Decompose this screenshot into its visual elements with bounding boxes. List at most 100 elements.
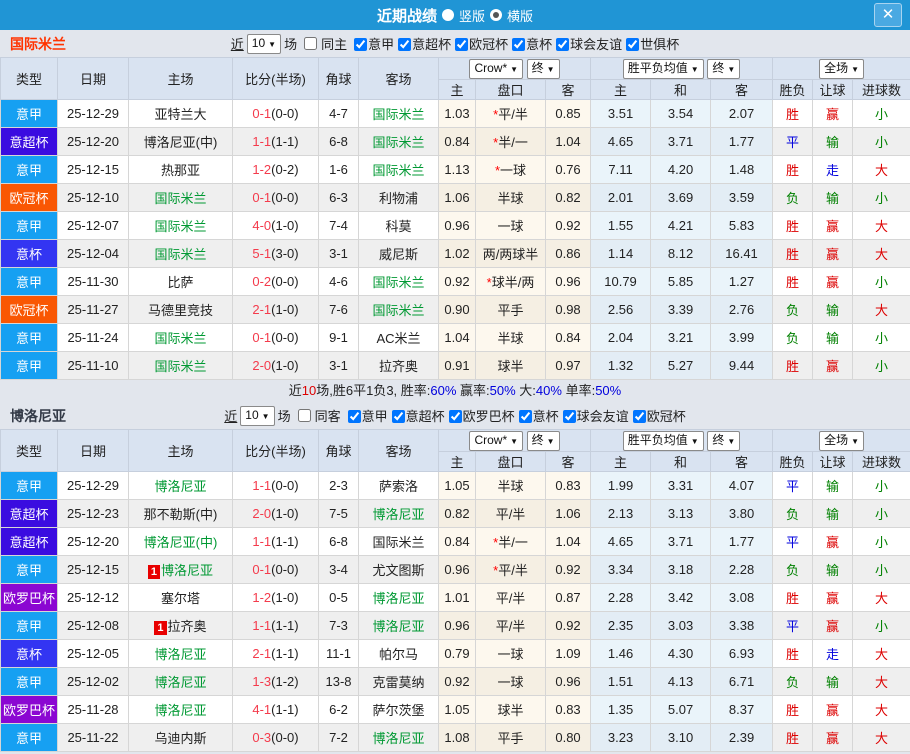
away-cell: 国际米兰 (358, 155, 439, 184)
league-filter[interactable]: 意甲 (350, 34, 394, 53)
table-row: 意甲 25-11-10 国际米兰 2-0(1-0) 3-1 拉齐奥 0.91 球半 0.97 1.… (0, 351, 910, 380)
avg-odds-select[interactable]: 胜平负均值 ▼ (622, 58, 704, 79)
league-checkbox[interactable] (518, 410, 532, 423)
league-label: 欧冠杯 (646, 409, 686, 424)
avg-home-cell: 2.01 (590, 183, 652, 212)
league-filter[interactable]: 世俱杯 (622, 34, 679, 53)
date-cell: 25-12-05 (57, 639, 129, 668)
stats-segment: 50% (595, 383, 622, 398)
league-filter[interactable]: 意甲 (344, 406, 388, 425)
odds-home-cell: 1.02 (438, 239, 476, 268)
corner-cell: 4-7 (318, 99, 359, 128)
same-venue-checkbox[interactable] (297, 409, 311, 422)
league-filter[interactable]: 意超杯 (388, 406, 445, 425)
avg-stage-select[interactable]: 终 ▼ (707, 58, 741, 79)
home-cell: 博洛尼亚 (128, 667, 233, 696)
odds-away-cell: 0.96 (544, 267, 592, 296)
same-venue-checkbox[interactable] (304, 37, 318, 50)
bookmaker-select[interactable]: Crow* ▼ (469, 58, 524, 79)
league-checkbox[interactable] (455, 38, 469, 51)
match-count-select[interactable]: 10 ▼ (240, 405, 275, 426)
vertical-layout-radio[interactable] (441, 9, 454, 21)
stats-segment: 大: (515, 383, 536, 398)
league-filter[interactable]: 欧冠杯 (451, 34, 508, 53)
league-filter[interactable]: 球会友谊 (559, 406, 629, 425)
away-cell: 国际米兰 (358, 295, 439, 324)
result-cell: 胜 (772, 99, 814, 128)
avg-odds-select[interactable]: 胜平负均值 ▼ (622, 430, 704, 451)
league-filter[interactable]: 欧罗巴杯 (445, 406, 515, 425)
home-cell: 那不勒斯(中) (128, 499, 233, 528)
league-filter[interactable]: 意超杯 (394, 34, 451, 53)
avg-home-cell: 1.99 (590, 471, 652, 500)
col-header-corner: 角球 (318, 57, 359, 100)
corner-cell: 3-1 (318, 351, 359, 380)
league-checkbox[interactable] (626, 38, 640, 51)
league-filter[interactable]: 球会友谊 (552, 34, 622, 53)
let-result-cell: 赢 (812, 583, 854, 612)
type-cell: 欧罗巴杯 (0, 695, 58, 724)
fulltime-group-header: 全场 ▼ (772, 429, 910, 452)
league-checkbox[interactable] (632, 410, 646, 423)
league-checkbox[interactable] (354, 38, 368, 51)
odds-away-cell: 0.98 (544, 295, 592, 324)
close-icon[interactable]: ✕ (874, 3, 902, 27)
vertical-layout-label[interactable]: 竖版 (459, 6, 485, 25)
handicap-cell: *平/半 (475, 555, 546, 584)
result-cell: 胜 (772, 211, 814, 240)
let-result-cell: 输 (812, 127, 854, 156)
odds-stage-select[interactable]: 终 ▼ (526, 58, 560, 79)
subheader-result: 胜负 (772, 79, 814, 100)
league-checkbox[interactable] (347, 410, 361, 423)
type-cell: 欧冠杯 (0, 183, 58, 212)
odds-stage-select[interactable]: 终 ▼ (526, 430, 560, 451)
handicap-cell: 一球 (475, 667, 546, 696)
result-cell: 负 (772, 499, 814, 528)
odds-away-cell: 0.96 (544, 667, 592, 696)
fulltime-select[interactable]: 全场 ▼ (819, 58, 864, 79)
score-cell: 0-1(0-0) (232, 99, 319, 128)
away-cell: 帕尔马 (358, 639, 439, 668)
league-filter[interactable]: 意杯 (508, 34, 552, 53)
rank-badge: 1 (154, 621, 167, 635)
date-cell: 25-12-08 (57, 611, 129, 640)
league-checkbox[interactable] (398, 38, 412, 51)
subheader-odds-away: 客 (544, 451, 592, 472)
team-section: 博洛尼亚 近 10 ▼ 场 同客 意甲 意超杯 欧罗巴杯 意杯 球会友谊 欧冠杯 类型 日期 (0, 402, 910, 752)
odds-away-cell: 1.04 (544, 127, 592, 156)
horizontal-layout-radio[interactable] (490, 9, 502, 21)
league-checkbox[interactable] (512, 38, 526, 51)
odds-home-cell: 1.03 (438, 99, 476, 128)
odds-away-cell: 0.86 (544, 239, 592, 268)
type-cell: 意杯 (0, 239, 58, 268)
result-cell: 平 (772, 127, 814, 156)
fulltime-select[interactable]: 全场 ▼ (819, 430, 864, 451)
avg-stage-select[interactable]: 终 ▼ (707, 430, 741, 451)
league-checkbox[interactable] (448, 410, 462, 423)
avg-away-cell: 4.07 (710, 471, 774, 500)
date-cell: 25-12-04 (57, 239, 129, 268)
odds-away-cell: 0.97 (544, 351, 592, 380)
avg-away-cell: 2.39 (710, 723, 774, 752)
home-cell: 国际米兰 (128, 351, 233, 380)
table-row: 意甲 25-12-08 1 拉齐奥 1-1(1-1) 7-3 博洛尼亚 0.96 平/半 0.92… (0, 611, 910, 640)
table-row: 意甲 25-11-24 国际米兰 0-1(0-0) 9-1 AC米兰 1.04 半球 0.84 2… (0, 323, 910, 352)
odds-home-cell: 1.08 (438, 723, 476, 752)
horizontal-layout-label[interactable]: 横版 (507, 6, 533, 25)
handicap-cell: *平/半 (475, 99, 546, 128)
odds-away-cell: 0.76 (544, 155, 592, 184)
score-cell: 2-0(1-0) (232, 351, 319, 380)
type-cell: 意甲 (0, 351, 58, 380)
handicap-cell: 平手 (475, 723, 546, 752)
league-checkbox[interactable] (562, 410, 576, 423)
let-result-cell: 赢 (812, 267, 854, 296)
league-filter[interactable]: 欧冠杯 (629, 406, 686, 425)
league-checkbox[interactable] (556, 38, 570, 51)
league-checkbox[interactable] (391, 410, 405, 423)
table-row: 欧罗巴杯 25-12-12 塞尔塔 1-2(1-0) 0-5 博洛尼亚 1.01 平/半 0.8… (0, 583, 910, 612)
let-result-cell: 赢 (812, 211, 854, 240)
avg-away-cell: 6.93 (710, 639, 774, 668)
league-filter[interactable]: 意杯 (515, 406, 559, 425)
match-count-select[interactable]: 10 ▼ (246, 33, 282, 54)
bookmaker-select[interactable]: Crow* ▼ (469, 430, 524, 451)
